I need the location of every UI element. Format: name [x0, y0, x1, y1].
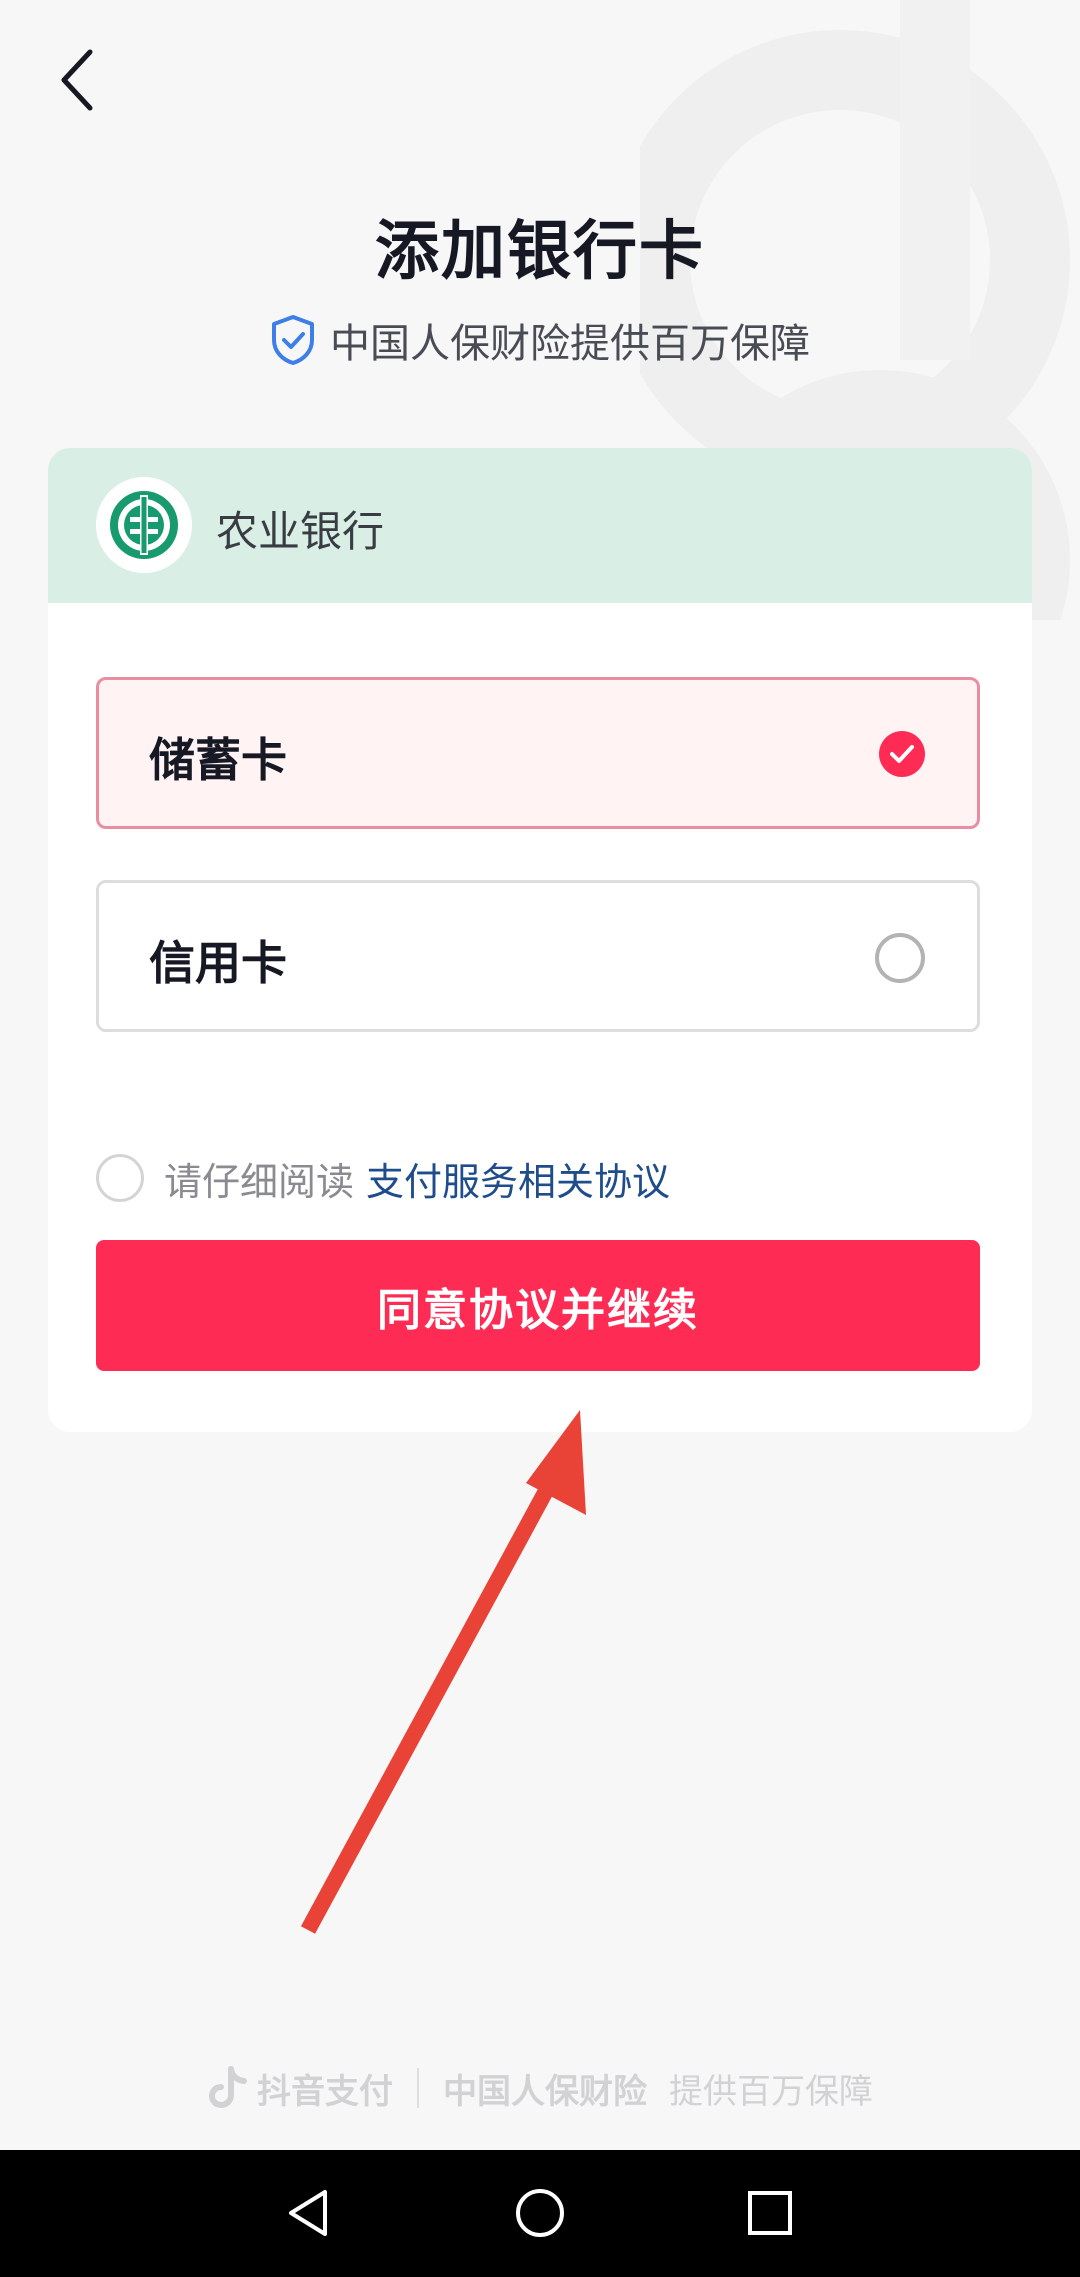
footer-insurer: 中国人保财险	[443, 2071, 647, 2112]
chevron-left-icon	[61, 49, 93, 111]
footer-divider	[417, 2068, 419, 2108]
radio-checked-icon[interactable]	[879, 731, 925, 777]
tiktok-logo-icon	[208, 2066, 247, 2109]
agreement-row: 请仔细阅读 支付服务相关协议	[96, 1148, 670, 1208]
bank-header: 农业银行	[48, 448, 1032, 603]
agreement-prefix: 请仔细阅读	[164, 1159, 355, 1204]
agreement-link[interactable]: 支付服务相关协议	[366, 1151, 670, 1206]
card-type-debit[interactable]: 储蓄卡	[96, 677, 980, 829]
shield-check-icon	[272, 315, 314, 365]
nav-recents-icon[interactable]	[735, 2178, 805, 2248]
nav-back-icon[interactable]	[275, 2178, 345, 2248]
card-type-label: 信用卡	[149, 936, 287, 990]
agreement-checkbox[interactable]	[96, 1154, 144, 1202]
nav-home-icon[interactable]	[505, 2178, 575, 2248]
bank-card-panel: 农业银行 储蓄卡 信用卡 请仔细阅读 支付服务相关协议 同意协议并继续	[48, 448, 1032, 1432]
radio-unchecked-icon[interactable]	[875, 933, 925, 983]
card-type-label: 储蓄卡	[149, 733, 287, 787]
system-navigation-bar	[0, 2150, 1080, 2277]
footer-claim: 提供百万保障	[669, 2071, 873, 2112]
agree-continue-button[interactable]: 同意协议并继续	[96, 1240, 980, 1371]
subtitle-text: 中国人保财险提供百万保障	[330, 321, 810, 367]
page-title: 添加银行卡	[375, 215, 705, 289]
card-type-credit[interactable]: 信用卡	[96, 880, 980, 1032]
bank-name: 农业银行	[216, 507, 385, 556]
abc-bank-logo-icon	[96, 477, 192, 573]
insurance-subtitle: 中国人保财险提供百万保障	[0, 310, 1080, 370]
annotation-arrow-icon	[300, 1410, 586, 1934]
back-button[interactable]	[50, 40, 110, 120]
footer-branding: 抖音支付 中国人保财险 提供百万保障	[0, 2058, 1080, 2118]
footer-brand: 抖音支付	[257, 2071, 393, 2112]
